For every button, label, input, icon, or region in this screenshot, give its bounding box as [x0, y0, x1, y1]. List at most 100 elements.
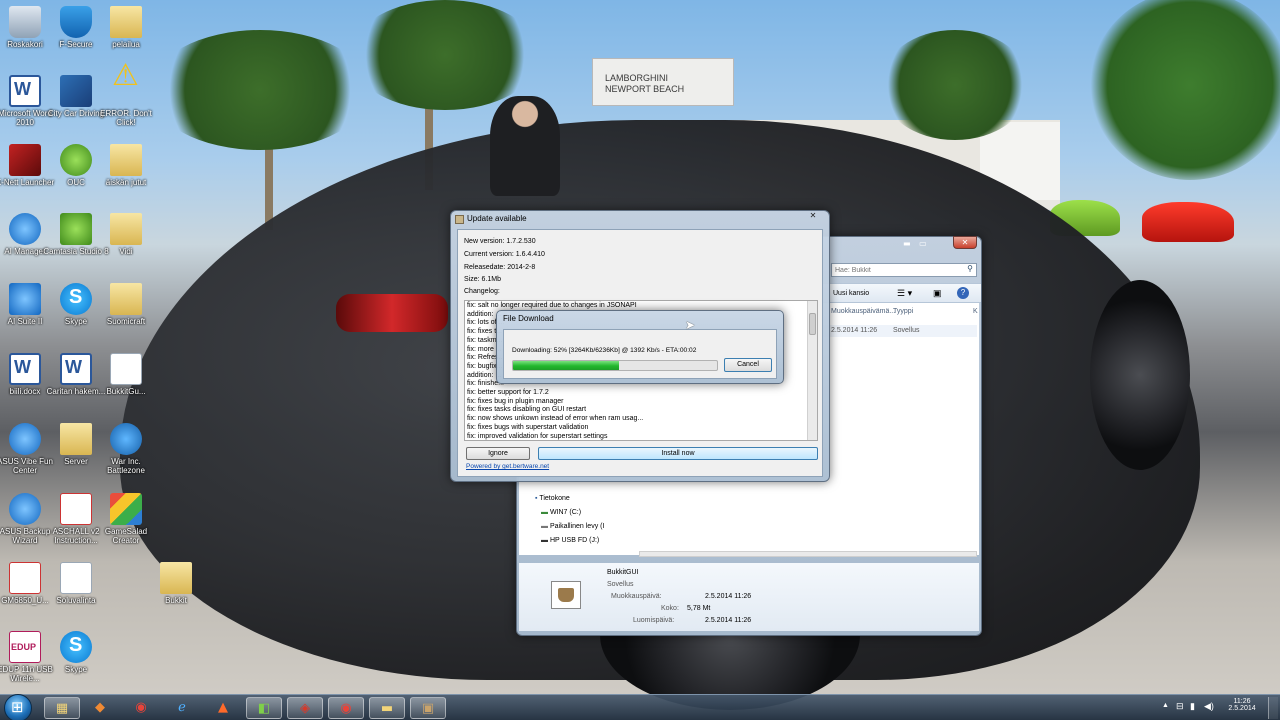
desktop-icon-label: GM6850_U... [1, 596, 49, 605]
folder-icon [160, 562, 192, 594]
person [490, 96, 560, 196]
chrome-icon: ◉ [135, 700, 147, 715]
desktop-icon-label: War Inc. Battlezone [107, 457, 145, 475]
desktop-icon-label: AI Manager [4, 247, 46, 256]
desktop-icon-bukkitgui-file[interactable]: BukkitGu... [93, 353, 159, 396]
explorer-search-input[interactable] [832, 264, 958, 276]
taskbar-folder[interactable]: ▬ [369, 697, 405, 719]
update-close-button[interactable]: ✕ [801, 210, 825, 223]
signal-icon[interactable]: ▮ [1190, 701, 1195, 712]
desktop-icon-label: AI Suite II [7, 317, 43, 326]
nav-item-usb[interactable]: ▬ HP USB FD (J:) [541, 537, 599, 544]
changelog-line: fix: fixes tasks disabling on GUI restar… [467, 406, 587, 414]
asus-vibe-icon [9, 423, 41, 455]
desktop-icon-label: pelailua [112, 40, 140, 49]
search-icon[interactable]: ⚲ [967, 264, 973, 273]
column-header-size[interactable]: K [973, 308, 978, 315]
taskbar-bukkitgui[interactable]: ▣ [410, 697, 446, 719]
clock-date: 2.5.2014 [1228, 705, 1256, 712]
ie-icon: ℯ [178, 700, 186, 715]
start-button[interactable] [4, 694, 32, 720]
desktop-icon-vidi[interactable]: Vidi [93, 213, 159, 256]
taskbar-explorer[interactable]: ▦ [44, 697, 80, 719]
desktop-icon-gamesalad[interactable]: GameSalad Creator [93, 493, 159, 545]
taskbar: ▦ ◆ ◉ ℯ ▲ ◧ ◈ ◉ ▬ ▣ ▲ ⊟ ▮ ◀) 11:26 2.5.2… [0, 694, 1280, 720]
system-tray: ▲ ⊟ ▮ ◀) 11:26 2.5.2014 [1160, 695, 1280, 720]
clock[interactable]: 11:26 2.5.2014 [1224, 698, 1260, 712]
nav-item-label: WIN7 (C:) [549, 509, 582, 516]
scrollbar-thumb[interactable] [809, 313, 816, 335]
desktop-icon-aiskan-jutut[interactable]: äiskän jutut [93, 144, 159, 187]
desktop-icon-label: ERROR: Don't Click! [100, 109, 152, 127]
show-desktop-button[interactable] [1268, 697, 1278, 719]
column-header-type[interactable]: Tyyppi [893, 308, 913, 315]
drive-icon: ▬ [541, 523, 548, 530]
desktop-icon-pelailua[interactable]: pelailua [93, 6, 159, 49]
taskbar-ouc[interactable]: ◆ [82, 697, 118, 719]
size-label: Size: 6.1Mb [464, 276, 501, 283]
taskbar-camtasia[interactable]: ◧ [246, 697, 282, 719]
desktop-icon-skype-2[interactable]: Skype [43, 631, 109, 674]
tree [880, 30, 1030, 140]
preview-pane-icon[interactable]: ▣ [933, 288, 942, 299]
column-header-date[interactable]: Muokkauspäivämä... [831, 308, 895, 315]
volume-icon[interactable]: ◀) [1204, 701, 1214, 712]
ouc-icon [60, 144, 92, 176]
folder-icon [110, 213, 142, 245]
bukkitgui-file-icon [551, 581, 581, 609]
show-hidden-icons-icon[interactable]: ▲ [1162, 702, 1169, 709]
powered-by-link[interactable]: Powered by get.bertware.net [466, 463, 549, 470]
desktop-icon-label: Roskakori [7, 40, 43, 49]
document-icon [9, 353, 41, 385]
nav-item-win7[interactable]: ▬ WIN7 (C:) [541, 509, 581, 516]
palm-tree [350, 0, 540, 110]
dealer-sign: LAMBORGHINI NEWPORT BEACH [592, 58, 734, 106]
desktop-icon-soluvalinta[interactable]: Soluvalinta [43, 562, 109, 605]
details-size-value: 5,78 Mt [687, 605, 711, 612]
ouc-icon: ◆ [95, 700, 105, 715]
network-icon[interactable]: ⊟ [1176, 701, 1184, 712]
help-icon[interactable]: ? [957, 287, 969, 299]
document-icon [110, 353, 142, 385]
tail-light [336, 294, 448, 332]
file-row[interactable]: 2.5.2014 11:26 Sovellus [819, 325, 977, 337]
explorer-icon: ▦ [55, 701, 69, 716]
folder-icon: ▬ [380, 701, 394, 716]
install-now-button[interactable]: Install now [538, 447, 818, 460]
folder-icon [110, 144, 142, 176]
taskbar-chrome-2[interactable]: ◉ [328, 697, 364, 719]
nav-item-local-disk[interactable]: ▬ Paikallinen levy (I [541, 523, 604, 530]
changelog-scrollbar[interactable] [807, 301, 817, 440]
desktop-icon-bukkit[interactable]: Bukkit [143, 562, 209, 605]
explorer-close-button[interactable]: ✕ [953, 236, 977, 249]
nav-item-label: HP USB FD (J:) [549, 537, 600, 544]
explorer-search-box[interactable]: ⚲ [831, 263, 977, 277]
desktop-icon-label: Skype [64, 665, 88, 674]
file-download-title: File Download [503, 314, 554, 323]
taskbar-ie[interactable]: ℯ [164, 697, 200, 719]
gamesalad-icon [110, 493, 142, 525]
taskbar-chrome[interactable]: ◉ [123, 697, 159, 719]
file-download-titlebar[interactable]: File Download [497, 311, 783, 329]
desktop-icon-war-inc[interactable]: War Inc. Battlezone [93, 423, 159, 475]
cancel-download-button[interactable]: Cancel [724, 358, 772, 372]
file-row-type: Sovellus [893, 327, 920, 334]
taskbar-media[interactable]: ▲ [205, 697, 241, 719]
changelog-line: fix: improved validation for superstart … [467, 432, 608, 440]
app-icon [455, 215, 464, 224]
nav-item-computer[interactable]: ▪ Tietokone [535, 495, 570, 502]
desktop-icon-error[interactable]: ERROR: Don't Click! [93, 71, 159, 127]
folder-icon [110, 283, 142, 315]
new-folder-button[interactable]: Uusi kansio [833, 290, 869, 297]
update-dialog-titlebar[interactable]: Update available ✕ [451, 211, 829, 229]
minimize-icon[interactable]: ▬ [903, 239, 911, 248]
maximize-icon[interactable]: ▭ [919, 239, 927, 248]
download-status-text: Downloading: 52% [3264Kb/6236Kb] @ 1392 … [512, 347, 697, 354]
ignore-button[interactable]: Ignore [466, 447, 530, 460]
view-options-icon[interactable]: ☰ ▾ [897, 288, 912, 299]
taskbar-recorder[interactable]: ◈ [287, 697, 323, 719]
horizontal-scrollbar[interactable] [639, 551, 977, 557]
desktop-icon-suomicraft[interactable]: Suomicraft [93, 283, 159, 326]
palm-tree [150, 30, 370, 150]
details-modified-label: Muokkauspäivä: [611, 593, 662, 600]
